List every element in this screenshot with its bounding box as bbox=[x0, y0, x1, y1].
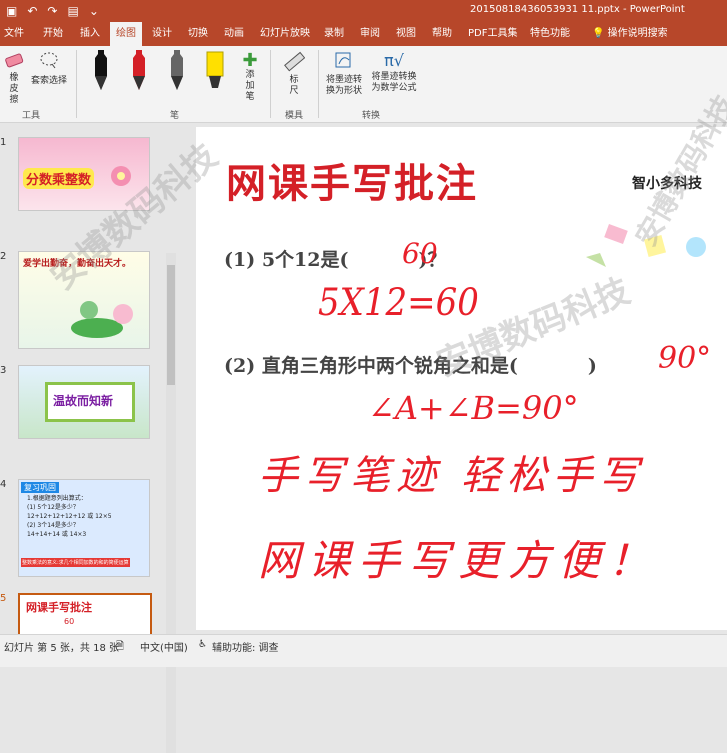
lasso-icon bbox=[40, 52, 58, 69]
slide-title: 网课手写批注 bbox=[226, 160, 478, 207]
group-label-tools: 工具 bbox=[22, 111, 41, 121]
pi-icon: π√ bbox=[384, 51, 404, 70]
question-2: (2) 直角三角形中两个锐角之和是() bbox=[224, 355, 597, 377]
undo-icon[interactable]: ↶ bbox=[27, 3, 37, 19]
scrollbar-thumb[interactable] bbox=[167, 265, 175, 385]
group-label-convert: 转换 bbox=[362, 111, 381, 121]
plus-icon: ✚ bbox=[242, 50, 258, 71]
pen-gray-icon[interactable] bbox=[168, 50, 186, 94]
slide-thumbnail-2[interactable]: 爱学出勤奋，勤奋出天才。 bbox=[18, 251, 150, 349]
slide-thumbnails-pane: 1 分数乘整数 2 爱学出勤奋，勤奋出天才。 3 温故而知新 4 复习巩固 1.… bbox=[0, 123, 180, 753]
status-bar: 幻灯片 第 5 张，共 18 张 🗎 中文(中国) ♿ 辅助功能: 调查 bbox=[0, 634, 727, 667]
decorative-corner-art bbox=[586, 224, 706, 267]
tab-review[interactable]: 审阅 bbox=[360, 22, 380, 46]
thumb-number: 3 bbox=[0, 365, 7, 376]
window-title: 20150818436053931 11.pptx - PowerPoint bbox=[470, 4, 685, 15]
tab-insert[interactable]: 插入 bbox=[80, 22, 100, 46]
ink-answer-1: 60 bbox=[402, 237, 438, 270]
accessibility-status[interactable]: 辅助功能: 调查 bbox=[212, 639, 279, 654]
tab-help[interactable]: 帮助 bbox=[432, 22, 452, 46]
eraser-icon bbox=[5, 53, 24, 68]
present-icon[interactable]: ▤ bbox=[67, 3, 78, 19]
ink-work-2: ∠A+∠B=90° bbox=[368, 389, 579, 427]
language-indicator[interactable]: 中文(中国) bbox=[140, 639, 188, 654]
ink-to-shape-icon bbox=[335, 52, 351, 68]
pen-red-icon[interactable] bbox=[130, 50, 148, 94]
brand-text: 智小多科技 bbox=[632, 176, 702, 192]
tab-home[interactable]: 开始 bbox=[43, 22, 63, 46]
tab-pdf-tools[interactable]: PDF工具集 bbox=[468, 22, 517, 46]
thumb-number: 2 bbox=[0, 251, 7, 262]
title-bar: ▣ ↶ ↷ ▤ ⌄ 20150818436053931 11.pptx - Po… bbox=[0, 0, 727, 22]
quick-access-toolbar: ▣ ↶ ↷ ▤ ⌄ bbox=[6, 3, 99, 19]
tab-draw[interactable]: 绘图 bbox=[110, 22, 142, 46]
ruler-icon bbox=[284, 51, 306, 72]
ribbon-separator bbox=[318, 50, 319, 118]
tab-transitions[interactable]: 切换 bbox=[188, 22, 208, 46]
tab-animations[interactable]: 动画 bbox=[224, 22, 244, 46]
slide-thumbnail-4[interactable]: 复习巩固 1.根据题意列出算式： (1) 5个12是多少？ 12+12+12+1… bbox=[18, 479, 150, 577]
lightbulb-icon: 💡 bbox=[592, 28, 605, 39]
pen-black-icon[interactable] bbox=[92, 50, 110, 94]
flower-icon bbox=[111, 166, 131, 186]
slide-counter: 幻灯片 第 5 张，共 18 张 bbox=[4, 643, 119, 654]
group-label-pens: 笔 bbox=[170, 111, 180, 121]
group-label-stencils: 模具 bbox=[285, 111, 304, 121]
ribbon-separator bbox=[76, 50, 77, 118]
thumb-number: 4 bbox=[0, 479, 7, 490]
customize-qat-icon[interactable]: ⌄ bbox=[89, 3, 99, 19]
ink-line-2: 网课手写更方便！ bbox=[258, 536, 659, 585]
accessibility-icon: ♿ bbox=[198, 639, 207, 650]
add-pen-button[interactable]: ✚ 添加笔 bbox=[236, 52, 264, 103]
thumb-number: 1 bbox=[0, 137, 7, 148]
slide-thumbnail-5[interactable]: 网课手写批注 60 bbox=[18, 593, 152, 637]
tab-features[interactable]: 特色功能 bbox=[530, 22, 570, 46]
tab-file[interactable]: 文件 bbox=[4, 22, 24, 46]
tab-slideshow[interactable]: 幻灯片放映 bbox=[260, 22, 310, 46]
ruler-button[interactable]: 标尺 bbox=[280, 50, 308, 97]
ink-to-shape-button[interactable]: 将墨迹转换为形状 bbox=[322, 50, 366, 97]
thumbnail-scrollbar[interactable] bbox=[166, 253, 176, 753]
tab-record[interactable]: 录制 bbox=[324, 22, 344, 46]
ink-line-1: 手写笔迹 轻松手写 bbox=[258, 453, 645, 499]
ink-answer-2: 90° bbox=[658, 341, 712, 376]
thumb-number: 5 bbox=[0, 593, 7, 604]
eraser-button[interactable]: 橡皮擦 bbox=[2, 50, 26, 106]
tab-search[interactable]: 💡 操作说明搜索 bbox=[592, 22, 668, 46]
spellcheck-icon[interactable]: 🗎 bbox=[116, 639, 124, 656]
slide-canvas[interactable]: 网课手写批注 智小多科技 (1) 5个12是()？ (2) 直角三角形中两个锐角… bbox=[196, 127, 727, 630]
ribbon: 橡皮擦 套索选择 工具 ✚ 添加笔 笔 标尺 模具 将墨迹转换为形状 π√ 将墨… bbox=[0, 46, 727, 123]
ink-work-1: 5X12=60 bbox=[318, 281, 479, 325]
lotus-illustration bbox=[71, 301, 133, 338]
ink-to-math-button[interactable]: π√ 将墨迹转换为数学公式 bbox=[368, 50, 420, 94]
tab-view[interactable]: 视图 bbox=[396, 22, 416, 46]
slide-thumbnail-1[interactable]: 分数乘整数 bbox=[18, 137, 150, 211]
redo-icon[interactable]: ↷ bbox=[47, 3, 57, 19]
save-icon[interactable]: ▣ bbox=[6, 3, 17, 19]
ribbon-tabs: 文件 开始 插入 绘图 设计 切换 动画 幻灯片放映 录制 审阅 视图 帮助 P… bbox=[0, 22, 727, 46]
highlighter-yellow-icon[interactable] bbox=[206, 50, 224, 94]
lasso-select-button[interactable]: 套索选择 bbox=[28, 50, 70, 86]
slide-thumbnail-3[interactable]: 温故而知新 bbox=[18, 365, 150, 439]
ribbon-separator bbox=[270, 50, 271, 118]
tab-design[interactable]: 设计 bbox=[152, 22, 172, 46]
